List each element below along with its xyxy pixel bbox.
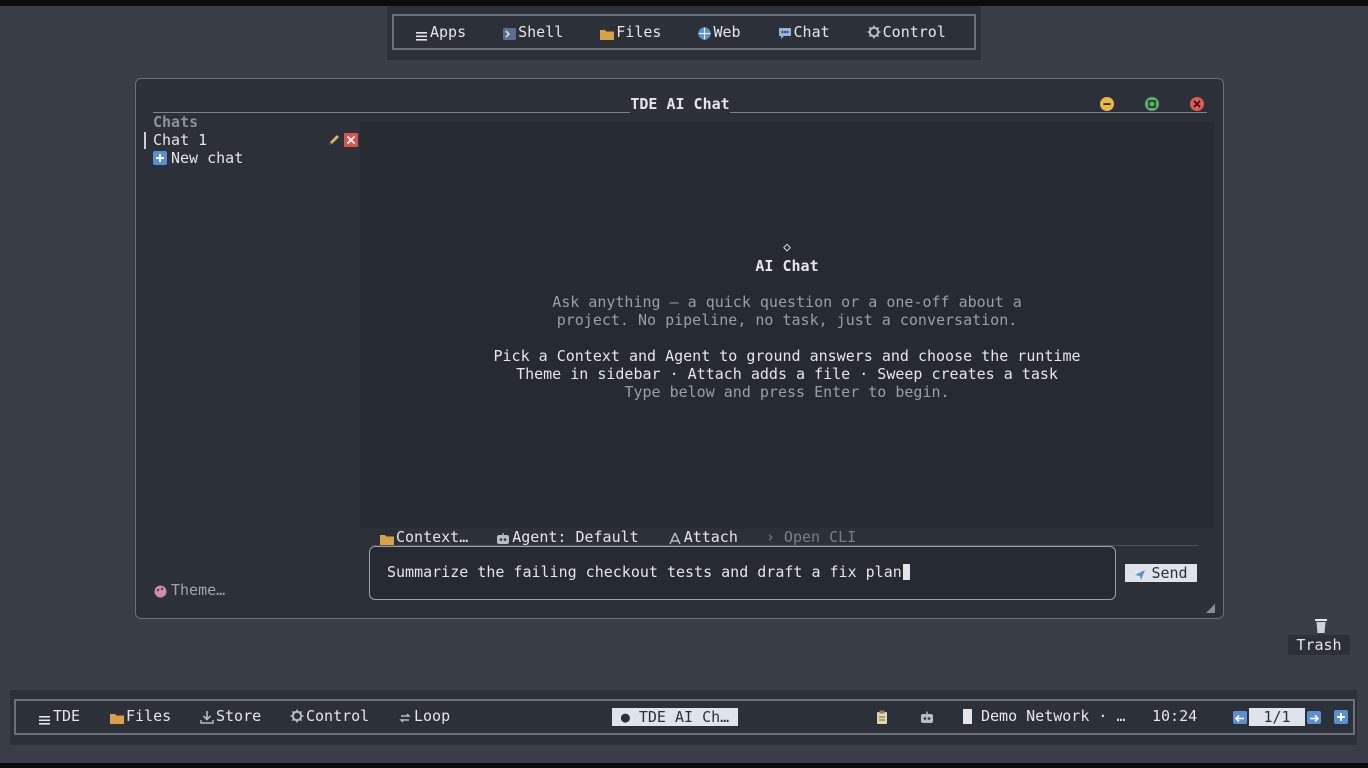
- minimize-button[interactable]: [1100, 97, 1114, 111]
- agent-label: Agent: Default: [512, 528, 639, 546]
- taskbar-tde[interactable]: TDE: [39, 707, 80, 725]
- taskbar-store[interactable]: Store: [200, 707, 261, 725]
- folder-icon: [600, 26, 615, 40]
- theme-label: Theme…: [171, 581, 226, 599]
- new-chat-button[interactable]: New chat: [153, 149, 243, 167]
- network-indicator-icon: [963, 708, 972, 724]
- context-button[interactable]: Context…: [380, 528, 468, 546]
- gear-icon: [867, 25, 881, 39]
- rename-pencil-icon[interactable]: [327, 133, 341, 147]
- download-icon: [200, 710, 214, 724]
- attach-label: Attach: [683, 528, 738, 546]
- message-input[interactable]: Summarize the failing checkout tests and…: [369, 546, 1116, 600]
- list-icon: [416, 27, 428, 41]
- menu-chat[interactable]: Chat: [778, 23, 830, 41]
- network-label: Demo Network · …: [981, 707, 1126, 725]
- menu-files[interactable]: Files: [600, 23, 661, 41]
- window-title: TDE AI Chat: [630, 95, 730, 117]
- menu-control-label: Control: [882, 23, 946, 41]
- attach-icon: [668, 531, 682, 544]
- palette-icon: [154, 584, 167, 597]
- terminal-icon: [503, 26, 517, 40]
- taskbar-store-label: Store: [216, 707, 262, 725]
- menu-apps-label: Apps: [430, 23, 467, 41]
- open-cli-label: › Open CLI: [765, 528, 857, 546]
- taskbar-loop[interactable]: Loop: [399, 707, 450, 725]
- robot-icon: [496, 531, 510, 544]
- welcome-intro-2: project. No pipeline, no task, just a co…: [556, 311, 1018, 329]
- welcome-hint: Type below and press Enter to begin.: [624, 383, 950, 401]
- workspace-pager: 1/1: [1233, 708, 1348, 726]
- trash-desktop-icon[interactable]: Trash: [1288, 618, 1350, 655]
- chat-bubble-icon: [778, 26, 792, 39]
- prev-workspace-icon[interactable]: [1233, 710, 1247, 724]
- folder-icon: [380, 531, 394, 545]
- menu-shell-label: Shell: [518, 23, 564, 41]
- network-status[interactable]: Demo Network · …: [963, 707, 1126, 725]
- welcome-glyph: ◇: [783, 240, 791, 255]
- active-indicator: [144, 132, 146, 149]
- next-workspace-icon[interactable]: [1307, 710, 1321, 724]
- menu-control[interactable]: Control: [867, 23, 946, 41]
- send-label: Send: [1151, 564, 1188, 582]
- resize-grip[interactable]: [1206, 604, 1215, 613]
- menu-files-label: Files: [616, 23, 662, 41]
- message-input-text: Summarize the failing checkout tests and…: [387, 563, 910, 581]
- attach-button[interactable]: Attach: [668, 528, 738, 546]
- context-label: Context…: [396, 528, 469, 546]
- gear-icon: [290, 709, 304, 723]
- welcome-title: AI Chat: [755, 257, 819, 275]
- add-workspace-icon[interactable]: [1334, 710, 1348, 724]
- robot-icon[interactable]: [920, 710, 934, 723]
- menu-shell[interactable]: Shell: [503, 23, 563, 41]
- maximize-button[interactable]: [1145, 97, 1159, 111]
- globe-icon: [698, 26, 712, 40]
- welcome-intro-1: Ask anything — a quick question or a one…: [552, 293, 1022, 311]
- taskbar-files[interactable]: Files: [110, 707, 171, 725]
- chat-list-item[interactable]: Chat 1: [144, 131, 360, 150]
- welcome-tips-2: Theme in sidebar · Attach adds a file · …: [516, 365, 1058, 383]
- agent-button[interactable]: Agent: Default: [496, 528, 639, 546]
- chat-title: Chat 1: [153, 131, 208, 149]
- menu-web[interactable]: Web: [698, 23, 741, 41]
- taskbar-active-window[interactable]: ● TDE AI Ch…: [612, 708, 738, 726]
- top-menu: Apps Shell Files Web Chat Control: [392, 14, 976, 50]
- list-icon: [39, 711, 51, 725]
- trash-label: Trash: [1288, 635, 1350, 655]
- bottom-edge: [0, 763, 1368, 768]
- pager-label: 1/1: [1249, 708, 1305, 726]
- trash-icon: [1315, 618, 1327, 634]
- menu-chat-label: Chat: [793, 23, 830, 41]
- open-cli-button[interactable]: › Open CLI: [766, 528, 856, 546]
- composer-toolbar: Context… Agent: Default Attach › Open CL…: [360, 527, 1214, 547]
- close-button[interactable]: [1190, 97, 1204, 111]
- taskbar-tde-label: TDE: [53, 707, 81, 725]
- taskbar-loop-label: Loop: [414, 707, 451, 725]
- taskbar-files-label: Files: [126, 707, 172, 725]
- new-chat-label: New chat: [171, 149, 244, 167]
- taskbar-control-label: Control: [306, 707, 370, 725]
- menu-apps[interactable]: Apps: [416, 23, 466, 41]
- folder-icon: [110, 710, 124, 724]
- chats-heading: Chats: [153, 113, 199, 131]
- loop-icon: [399, 710, 411, 723]
- plus-icon: [153, 151, 167, 165]
- clipboard-icon[interactable]: [876, 710, 888, 724]
- send-arrow-icon: [1134, 567, 1146, 580]
- delete-chat-icon[interactable]: [344, 133, 358, 147]
- taskbar-control[interactable]: Control: [290, 707, 369, 725]
- clock: 10:24: [1152, 707, 1198, 725]
- welcome-tips-1: Pick a Context and Agent to ground answe…: [493, 347, 1081, 365]
- menu-web-label: Web: [713, 23, 741, 41]
- send-button[interactable]: Send: [1125, 564, 1197, 582]
- theme-button[interactable]: Theme…: [154, 581, 225, 599]
